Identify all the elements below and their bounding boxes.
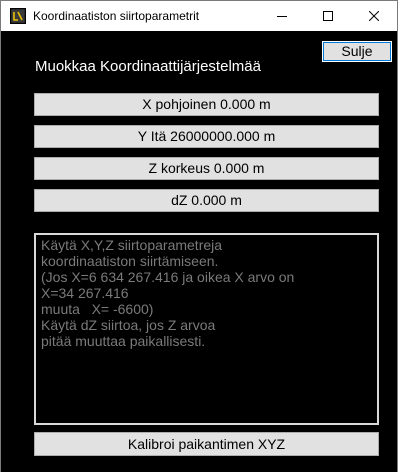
maximize-button[interactable] — [305, 1, 351, 31]
info-line: X=34 267.416 — [41, 285, 129, 301]
minimize-button[interactable] — [259, 1, 305, 31]
y-east-button[interactable]: Y Itä 26000000.000 m — [34, 125, 379, 148]
info-line: (Jos X=6 634 267.416 ja oikea X arvo on — [41, 269, 295, 285]
app-window: Koordinaatiston siirtoparametrit Sulje M… — [0, 0, 398, 472]
x-north-button[interactable]: X pohjoinen 0.000 m — [34, 93, 379, 116]
dz-button[interactable]: dZ 0.000 m — [34, 189, 379, 212]
page-title: Muokkaa Koordinaattijärjestelmää — [35, 58, 261, 75]
info-textbox[interactable]: Käytä X,Y,Z siirtoparametreja koordinaat… — [34, 233, 379, 425]
info-line: Käytä dZ siirtoa, jos Z arvoa — [41, 317, 216, 333]
title-bar[interactable]: Koordinaatiston siirtoparametrit — [1, 1, 397, 31]
info-line: muuta X= -6600) — [41, 301, 154, 317]
app-icon — [10, 8, 26, 24]
calibrate-button[interactable]: Kalibroi paikantimen XYZ — [34, 432, 379, 456]
dialog-content: Sulje Muokkaa Koordinaattijärjestelmää X… — [1, 31, 397, 472]
window-close-button[interactable] — [351, 1, 397, 31]
close-button[interactable]: Sulje — [322, 41, 392, 62]
info-line: koordinaatiston siirtämiseen. — [41, 253, 219, 269]
window-title: Koordinaatiston siirtoparametrit — [33, 9, 200, 23]
close-icon — [369, 11, 379, 21]
info-line: Käytä X,Y,Z siirtoparametreja — [41, 237, 223, 253]
maximize-icon — [323, 11, 333, 21]
minimize-icon — [277, 16, 287, 17]
info-line: pitää muuttaa paikallisesti. — [41, 333, 206, 349]
z-height-button[interactable]: Z korkeus 0.000 m — [34, 157, 379, 180]
